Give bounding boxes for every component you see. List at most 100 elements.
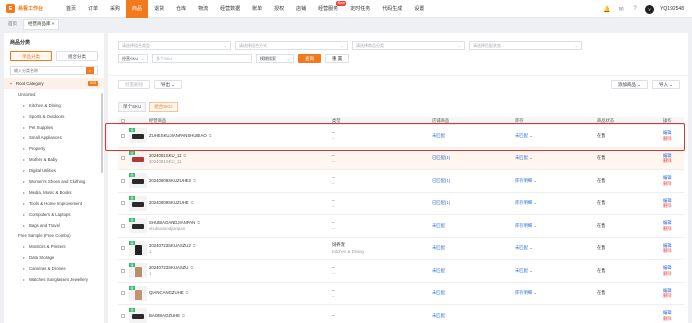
table-row[interactable]: 组 20240723SKUASZU2 ⧉ 1 饲养宠 Kitchen & Dining 未匹… <box>118 238 684 260</box>
tree-node[interactable]: ▸ Watches Sunglasses Jewellery <box>4 274 104 285</box>
message-icon[interactable]: ✉ <box>617 5 625 13</box>
tree-node[interactable]: ▾ Root Category 520 <box>4 78 104 89</box>
shop-match-link[interactable]: 未匹配 <box>432 133 445 138</box>
category-search-input[interactable] <box>14 68 84 73</box>
row-checkbox[interactable] <box>120 156 125 161</box>
shop-match-link[interactable]: 已匹配(1) <box>432 155 450 160</box>
nav-item[interactable]: 代码生成 <box>376 0 408 18</box>
breadcrumb-tab[interactable]: 经营商品库 × <box>23 18 60 30</box>
tree-node[interactable]: ▸ Women's Shoes and Clothing <box>4 176 104 187</box>
table-row[interactable]: 组 20240723SKUASZU ⧉ 1 -- -- 未匹配 未匹配 ⌄ 在售 编辑 删除 <box>118 260 684 283</box>
tree-node[interactable]: ▸ Mother & Baby <box>4 154 104 165</box>
copy-icon[interactable]: ⧉ <box>193 178 196 183</box>
stock-link[interactable]: 未匹配 <box>515 133 528 138</box>
product-thumbnail[interactable]: 组 <box>129 218 147 234</box>
shop-match-link[interactable]: 已匹配(1) <box>432 200 450 205</box>
breadcrumb-tab[interactable]: 首页 <box>4 20 21 29</box>
stock-link[interactable]: 未匹配 <box>515 155 528 160</box>
chevron-down-icon[interactable]: ⌄ <box>528 133 533 138</box>
tree-node[interactable]: ▸ Bags and Travel <box>4 220 104 231</box>
tree-node[interactable]: ▸ Property <box>4 143 104 154</box>
sku-input[interactable]: 多个SKU <box>152 54 252 63</box>
category-scrollbar[interactable] <box>101 93 103 173</box>
notification-icon[interactable]: 🔔 <box>603 5 611 13</box>
chevron-down-icon[interactable]: ⌄ <box>528 155 533 160</box>
filter-select[interactable]: 请选择组合方式 ⌄ <box>235 41 348 50</box>
reset-button[interactable]: 重 置 <box>325 54 350 63</box>
username[interactable]: YQ192548 <box>660 6 684 12</box>
delete-link[interactable]: 删除 <box>663 158 684 164</box>
row-checkbox[interactable] <box>120 246 125 251</box>
filter-select[interactable]: 请选择组合类型 ⌄ <box>118 41 231 50</box>
filter-select[interactable]: 请选择商品分类 ⌄ <box>352 41 465 50</box>
table-row[interactable]: 组 QIANCANGZUHE ⧉ -- -- 未匹配 库存明细 ⌄ 在售 编辑 删除 <box>118 283 684 305</box>
table-row[interactable]: 组 SHUBIAOANDJIANPAN ⧉ shubiaoandjianpan -- --… <box>118 215 684 238</box>
stock-link[interactable]: 库存明细 <box>515 200 532 205</box>
nav-item[interactable]: 设置 <box>408 0 430 18</box>
sku-tab[interactable]: 组合SKU <box>149 102 178 112</box>
product-thumbnail[interactable]: 组 <box>129 308 147 323</box>
tree-node[interactable]: ▸ Sports & Outdoors <box>4 111 104 122</box>
row-checkbox[interactable] <box>120 223 125 228</box>
tree-node[interactable]: ▸ Pet Supplies <box>4 122 104 133</box>
nav-item[interactable]: 商品 <box>126 0 149 18</box>
search-button[interactable]: 查询 <box>298 54 321 63</box>
shop-match-link[interactable]: 未匹配 <box>432 223 445 228</box>
nav-item[interactable]: 经营数据 <box>214 0 246 18</box>
stock-link[interactable]: 库存明细 <box>515 290 532 295</box>
row-checkbox[interactable] <box>120 178 125 183</box>
delete-link[interactable]: 删除 <box>663 226 684 232</box>
nav-item[interactable]: 订单 <box>82 0 104 18</box>
match-mode-select[interactable]: 模糊搜索 ⌄ <box>256 54 294 63</box>
row-checkbox[interactable] <box>120 268 125 273</box>
help-icon[interactable]: ? <box>631 5 639 13</box>
shop-match-link[interactable]: 未匹配 <box>432 290 445 295</box>
row-checkbox[interactable] <box>120 291 125 296</box>
stock-link[interactable]: 未匹配 <box>515 268 528 273</box>
chevron-down-icon[interactable]: ⌄ <box>528 245 533 250</box>
stock-link[interactable]: 库存明细 <box>515 223 532 228</box>
product-thumbnail[interactable]: 组 <box>129 150 147 166</box>
shop-match-link[interactable]: 已匹配(1) <box>432 178 450 183</box>
product-thumbnail[interactable]: 组 <box>129 128 147 144</box>
delete-link[interactable]: 删除 <box>663 181 684 187</box>
product-thumbnail[interactable]: 组 <box>129 195 147 211</box>
product-thumbnail[interactable]: 组 <box>129 173 147 189</box>
product-thumbnail[interactable]: 组 <box>129 285 147 301</box>
shop-match-link[interactable]: 未匹配 <box>432 245 445 250</box>
copy-icon[interactable]: ⧉ <box>209 133 212 138</box>
copy-icon[interactable]: ⧉ <box>193 243 196 248</box>
tree-node[interactable]: ▸ Tools & Home Improvement <box>4 198 104 209</box>
tree-node[interactable]: ▸ Monitors & Printers <box>4 241 104 252</box>
nav-item[interactable]: 仓库 <box>170 0 192 18</box>
row-checkbox[interactable] <box>120 201 125 206</box>
tree-node[interactable]: ▸ Data Storage <box>4 252 104 263</box>
copy-icon[interactable]: ⧉ <box>182 313 185 318</box>
nav-item[interactable]: 店铺 <box>290 0 312 18</box>
chevron-down-icon[interactable]: ⌄ <box>532 178 537 183</box>
product-thumbnail[interactable]: 组 <box>129 240 147 256</box>
delete-link[interactable]: 删除 <box>663 248 684 254</box>
nav-item[interactable]: 退货 <box>148 0 170 18</box>
nav-item[interactable]: 经营服务 New <box>312 0 347 18</box>
category-tab[interactable]: 单品分类 <box>10 51 52 61</box>
delete-link[interactable]: 删除 <box>663 316 684 322</box>
copy-icon[interactable]: ⧉ <box>183 153 186 158</box>
avatar[interactable]: Y <box>645 4 655 14</box>
shop-match-link[interactable]: 未匹配 <box>432 313 445 318</box>
chevron-down-icon[interactable]: ⌄ <box>532 223 537 228</box>
nav-item[interactable]: 授权 <box>268 0 290 18</box>
tree-node[interactable]: ▸ Cameras & Drones <box>4 263 104 274</box>
table-row[interactable]: 组 20240809SKUZUHE ⧉ -- -- 已匹配(1) 库存明细 ⌄ 在售 编辑 删除 <box>118 193 684 215</box>
sku-tab[interactable]: 单个SKU <box>118 102 147 112</box>
table-row[interactable]: 组 ZUHESKUJIANPANSHUBIAO ⧉ -- -- 未匹配 未匹配 ⌄ 在售 编辑删… <box>118 125 684 148</box>
table-row[interactable]: 组 BAOBIAOZUHE ⧉ -- 未匹配 编辑 删除 <box>118 305 684 323</box>
table-row[interactable]: 组 20240809SKUZUHE2 ⧉ -- -- 已匹配(1) 库存明细 ⌄ 在售 编辑 删除 <box>118 170 684 193</box>
stock-link[interactable]: 未匹配 <box>515 245 528 250</box>
nav-item[interactable]: 物流 <box>192 0 214 18</box>
chevron-down-icon[interactable]: ⌄ <box>532 290 537 295</box>
copy-icon[interactable]: ⧉ <box>197 220 200 225</box>
search-icon[interactable]: ⌕ <box>86 67 94 74</box>
delete-link[interactable]: 删除 <box>663 136 684 142</box>
nav-item[interactable]: 采购 <box>104 0 126 18</box>
